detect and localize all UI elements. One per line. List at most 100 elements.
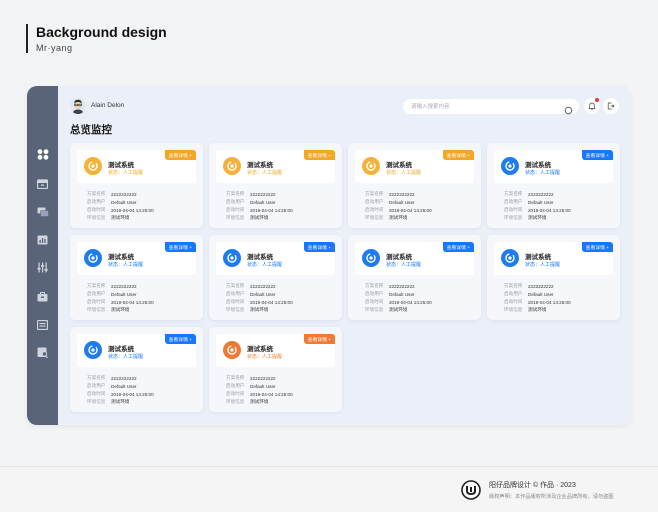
topbar: Alain Delon xyxy=(70,98,619,116)
detail-value: 2222222222 xyxy=(250,283,276,289)
logout-button[interactable] xyxy=(603,98,619,114)
search-doc-icon[interactable] xyxy=(36,347,49,358)
page-header: Background design Mr·yang xyxy=(26,24,167,53)
detail-label: 启动时间 xyxy=(504,207,523,212)
card-detail-row: 环境信息 测试环境 xyxy=(365,306,432,314)
avatar[interactable] xyxy=(70,98,86,114)
card-detail-row: 启动用户 Default User xyxy=(87,290,154,298)
detail-value: Default User xyxy=(250,199,276,205)
card-detail-row: 方案名称 2222222222 xyxy=(87,374,154,382)
card-status: 状态：人工提醒 xyxy=(108,354,144,360)
archive-icon[interactable] xyxy=(36,291,49,302)
detail-label: 方案名称 xyxy=(226,375,245,380)
card-detail-row: 启动用户 Default User xyxy=(365,198,432,206)
sliders-icon[interactable] xyxy=(36,262,49,273)
status-card: 测试系统 状态：人工提醒 查看详情 + 方案名称 2222222222 启动用户 Defau… xyxy=(209,327,342,412)
card-name: 测试系统 xyxy=(386,254,412,261)
card-detail-row: 启动用户 Default User xyxy=(226,198,293,206)
detail-label: 方案名称 xyxy=(504,283,523,288)
main-content: Alain Delon 总览监控 测试系统状态：人工提醒查看详情 +方案名称 xyxy=(58,86,631,425)
card-detail-row: 启动时间 2019-04-04 14:25:00 xyxy=(504,298,571,306)
card-detail-row: 启动用户 Default User xyxy=(365,290,432,298)
view-details-button[interactable]: 查看详情 + xyxy=(442,150,474,160)
detail-value: Default User xyxy=(250,383,276,389)
card-details: 方案名称 2222222222 启动用户 Default User 启动时间 2019-0… xyxy=(87,282,154,314)
card-detail-row: 启动时间 2019-04-04 14:25:00 xyxy=(365,206,432,214)
detail-label: 启动时间 xyxy=(504,299,523,304)
detail-label: 启动时间 xyxy=(226,391,245,396)
view-details-button[interactable]: 查看详情 + xyxy=(303,334,335,344)
view-details-button[interactable]: 查看详情 + xyxy=(442,242,474,252)
detail-value: Default User xyxy=(111,199,137,205)
notification-button[interactable] xyxy=(584,98,600,114)
status-card: 测试系统 状态：人工提醒 查看详情 + 方案名称 2222222222 启动用户 Defau… xyxy=(487,143,620,228)
notification-dot xyxy=(595,98,599,102)
card-details: 方案名称 2222222222 启动用户 Default User 启动时间 2019-0… xyxy=(226,374,293,406)
card-header: 测试系统 状态：人工提醒 查看详情 + xyxy=(77,242,196,275)
list-icon[interactable] xyxy=(36,319,49,330)
detail-value: 测试环境 xyxy=(111,399,130,404)
user-name: Alain Delon xyxy=(91,102,125,109)
system-status-icon xyxy=(362,249,380,267)
card-detail-row: 方案名称 2222222222 xyxy=(87,282,154,290)
detail-label: 方案名称 xyxy=(365,283,384,288)
system-status-icon xyxy=(223,157,241,175)
card-detail-row: 启动时间 2019-04-04 14:25:00 xyxy=(226,206,293,214)
card-status: 状态：人工提醒 xyxy=(386,262,422,268)
card-detail-row: 启动用户 Default User xyxy=(504,198,571,206)
card-detail-row: 方案名称 2222222222 xyxy=(226,282,293,290)
search-input[interactable] xyxy=(411,99,561,114)
card-detail-row: 环境信息 测试环境 xyxy=(504,306,571,314)
view-details-button[interactable]: 查看详情 + xyxy=(164,242,196,252)
detail-value: 测试环境 xyxy=(111,307,130,312)
chat-icon[interactable] xyxy=(36,206,49,217)
chart-icon[interactable] xyxy=(36,234,49,245)
card-details: 方案名称 2222222222 启动用户 Default User 启动时间 2019-0… xyxy=(504,190,571,222)
box-icon[interactable] xyxy=(36,178,49,189)
view-details-button[interactable]: 查看详情 + xyxy=(303,150,335,160)
card-status: 状态：人工提醒 xyxy=(247,354,283,360)
card-status: 状态：人工提醒 xyxy=(386,170,422,176)
view-details-button[interactable]: 查看详情 + xyxy=(581,242,613,252)
view-details-button[interactable]: 查看详情 + xyxy=(164,334,196,344)
detail-value: 2019-04-04 14:25:00 xyxy=(528,207,571,213)
card-detail-row: 环境信息 测试环境 xyxy=(226,398,293,406)
view-details-button[interactable]: 查看详情 + xyxy=(303,242,335,252)
search-icon[interactable] xyxy=(564,102,573,115)
detail-label: 启动时间 xyxy=(226,299,245,304)
detail-label: 方案名称 xyxy=(87,191,106,196)
dashboard-icon[interactable] xyxy=(36,149,49,160)
system-status-icon xyxy=(84,157,102,175)
card-status: 状态：人工提醒 xyxy=(247,262,283,268)
card-detail-row: 方案名称 2222222222 xyxy=(87,190,154,198)
card-detail-row: 方案名称 2222222222 xyxy=(226,374,293,382)
card-header: 测试系统 状态：人工提醒 查看详情 + xyxy=(494,242,613,275)
detail-label: 启动用户 xyxy=(226,199,245,204)
card-details: 方案名称 2222222222 启动用户 Default User 启动时间 2019-0… xyxy=(226,190,293,222)
view-details-button[interactable]: 查看详情 + xyxy=(581,150,613,160)
app-window: Alain Delon 总览监控 测试系统状态：人工提醒查看详情 +方案名称 xyxy=(27,86,631,425)
card-detail-row: 启动用户 Default User xyxy=(504,290,571,298)
detail-value: 2222222222 xyxy=(250,375,276,381)
detail-label: 启动用户 xyxy=(504,199,523,204)
system-status-icon xyxy=(501,249,519,267)
detail-label: 环境信息 xyxy=(226,215,245,220)
card-name: 测试系统 xyxy=(525,254,551,261)
card-detail-row: 启动时间 2019-04-04 14:25:00 xyxy=(87,206,154,214)
card-name: 测试系统 xyxy=(108,254,134,261)
card-name: 测试系统 xyxy=(108,162,134,169)
card-detail-row: 环境信息 测试环境 xyxy=(87,306,154,314)
card-header: 测试系统 状态：人工提醒 查看详情 + xyxy=(216,334,335,367)
sidebar xyxy=(27,86,58,425)
detail-label: 环境信息 xyxy=(226,307,245,312)
logout-icon xyxy=(607,97,615,115)
page-subtitle: Mr·yang xyxy=(36,43,73,53)
page-title: Background design xyxy=(36,24,167,40)
detail-value: 测试环境 xyxy=(389,215,408,220)
card-details: 方案名称 2222222222 启动用户 Default User 启动时间 2019-0… xyxy=(365,282,432,314)
card-detail-row: 启动时间 2019-04-04 14:25:00 xyxy=(87,390,154,398)
detail-value: Default User xyxy=(111,291,137,297)
card-status: 状态：人工提醒 xyxy=(108,170,144,176)
view-details-button[interactable]: 查看详情 + xyxy=(164,150,196,160)
card-detail-row: 环境信息 测试环境 xyxy=(226,214,293,222)
